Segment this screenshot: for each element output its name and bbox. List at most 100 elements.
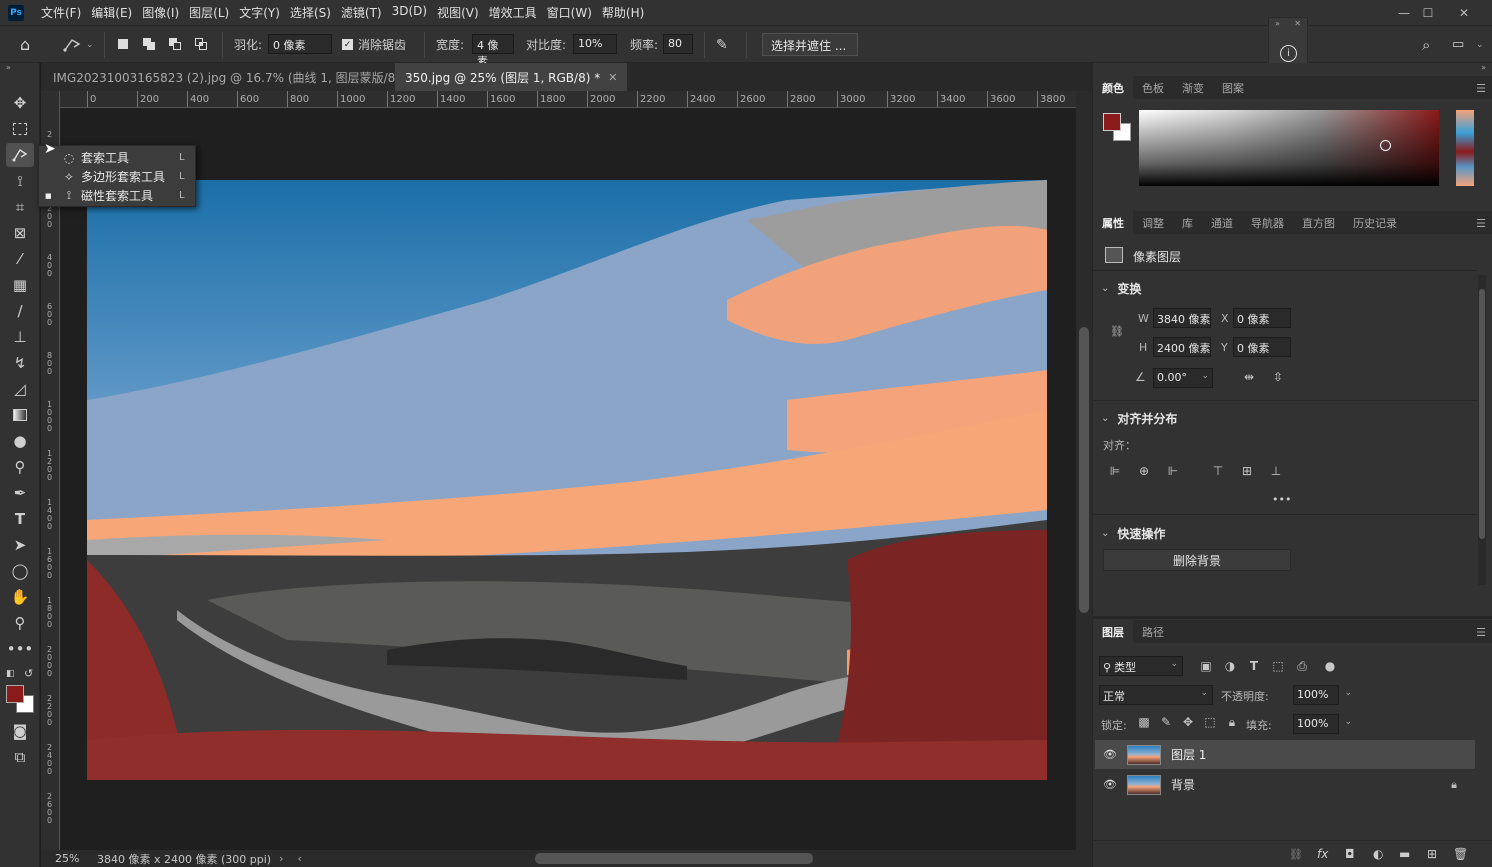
vertical-scrollbar[interactable] — [1076, 91, 1092, 850]
align-left-icon[interactable]: ⊫ — [1107, 463, 1123, 479]
align-top-icon[interactable]: ⊤ — [1210, 463, 1226, 479]
filter-pixel-icon[interactable]: ▣ — [1198, 658, 1214, 674]
new-layer-icon[interactable]: ⊞ — [1427, 847, 1437, 861]
more-tools-icon[interactable]: ••• — [6, 637, 34, 661]
marquee-tool-icon[interactable] — [6, 117, 34, 141]
flyout-item-lasso[interactable]: ◌ 套索工具 L — [39, 148, 197, 167]
intersect-selection-icon[interactable] — [192, 35, 210, 53]
flip-horizontal-icon[interactable]: ⇹ — [1241, 369, 1257, 385]
document-image[interactable] — [87, 180, 1047, 780]
align-horizontal-center-icon[interactable]: ⊕ — [1136, 463, 1152, 479]
more-options-button[interactable]: ••• — [1272, 493, 1291, 506]
foreground-color-swatch[interactable] — [6, 685, 24, 703]
quick-actions-section-header[interactable]: ⌄ 快速操作 — [1101, 525, 1165, 542]
menu-item[interactable]: 图层(L) — [184, 4, 234, 21]
panel-tab[interactable]: 渐变 — [1173, 76, 1213, 99]
filter-shape-icon[interactable]: ⬚ — [1270, 658, 1286, 674]
visibility-eye-icon[interactable]: 👁︎ — [1103, 748, 1117, 761]
blur-tool-icon[interactable]: ● — [6, 429, 34, 453]
align-vertical-center-icon[interactable]: ⊞ — [1239, 463, 1255, 479]
panel-close-icon[interactable]: ✕ — [1294, 19, 1301, 28]
align-bottom-icon[interactable]: ⊥ — [1268, 463, 1284, 479]
ellipse-tool-icon[interactable]: ◯ — [6, 559, 34, 583]
dodge-tool-icon[interactable]: ⚲ — [6, 455, 34, 479]
horizontal-scroll-thumb[interactable] — [535, 853, 813, 864]
lock-all-icon[interactable]: 🔒︎ — [1224, 714, 1240, 730]
height-field[interactable]: 2400 像素 — [1153, 337, 1211, 357]
delete-layer-icon[interactable]: 🗑︎ — [1453, 847, 1468, 861]
width-input[interactable]: 4 像素 — [472, 34, 514, 68]
panel-menu-icon[interactable]: ☰ — [1476, 82, 1486, 95]
zoom-level[interactable]: 25% — [55, 852, 95, 865]
lock-position-icon[interactable]: ✥ — [1180, 714, 1196, 730]
properties-scrollbar[interactable] — [1478, 275, 1486, 585]
menu-item[interactable]: 视图(V) — [432, 4, 484, 21]
pen-tool-icon[interactable]: ✒ — [6, 481, 34, 505]
menu-item[interactable]: 图像(I) — [137, 4, 184, 21]
color-panel-foreground-swatch[interactable] — [1103, 113, 1121, 131]
workspace-chevron-icon[interactable]: ⌄ — [1476, 26, 1484, 63]
color-ramp[interactable] — [1456, 110, 1474, 186]
contrast-input[interactable]: 10% — [573, 34, 617, 54]
lock-artboard-icon[interactable]: ⬚ — [1202, 714, 1218, 730]
visibility-eye-icon[interactable]: 👁︎ — [1103, 778, 1117, 791]
swap-colors-icon[interactable]: ↺ — [24, 667, 33, 680]
canvas-area[interactable] — [60, 108, 1076, 850]
type-tool-icon[interactable]: T — [6, 507, 34, 531]
flyout-item-polygonal-lasso[interactable]: ⟡ 多边形套索工具 L — [39, 167, 197, 186]
close-button[interactable]: ✕ — [1448, 0, 1480, 25]
new-adjustment-layer-icon[interactable]: ◐ — [1373, 847, 1383, 861]
info-icon[interactable]: i — [1280, 45, 1297, 62]
remove-background-button[interactable]: 删除背景 — [1103, 549, 1291, 571]
blend-mode-select[interactable]: 正常 ⌄ — [1099, 685, 1213, 705]
panel-menu-icon[interactable]: ☰ — [1476, 217, 1486, 230]
menu-item[interactable]: 滤镜(T) — [336, 4, 387, 21]
maximize-button[interactable]: ☐ — [1412, 0, 1444, 25]
lock-image-icon[interactable]: ✎ — [1158, 714, 1174, 730]
color-field[interactable] — [1139, 110, 1439, 186]
flyout-item-magnetic-lasso[interactable]: ■ ⟟ 磁性套索工具 L — [39, 186, 197, 205]
panel-tab[interactable]: 图案 — [1213, 76, 1253, 99]
panel-tab[interactable]: 直方图 — [1293, 211, 1344, 234]
menu-item[interactable]: 3D(D) — [387, 4, 432, 21]
crop-tool-icon[interactable]: ⌗ — [6, 195, 34, 219]
tab-close-icon[interactable]: ✕ — [608, 71, 617, 84]
search-icon[interactable]: ⌕ — [1422, 26, 1430, 63]
magnetic-lasso-tool-icon[interactable] — [6, 143, 34, 167]
path-selection-tool-icon[interactable]: ➤ — [6, 533, 34, 557]
collapse-toolbar-icon[interactable]: » — [6, 63, 11, 72]
menu-item[interactable]: 增效工具 — [484, 4, 542, 21]
align-right-icon[interactable]: ⊩ — [1165, 463, 1181, 479]
new-selection-icon[interactable] — [114, 35, 132, 53]
clone-stamp-tool-icon[interactable]: ⊥ — [6, 325, 34, 349]
collapse-panels-icon[interactable]: » — [1481, 63, 1486, 72]
link-icon[interactable]: ⛓ — [1110, 325, 1124, 338]
tab-350-jpg[interactable]: 350.jpg @ 25% (图层 1, RGB/8) * ✕ — [395, 63, 628, 91]
width-field[interactable]: 3840 像素 — [1153, 308, 1211, 328]
filter-type-icon[interactable]: T — [1246, 658, 1262, 674]
menu-item[interactable]: 文字(Y) — [234, 4, 285, 21]
eyedropper-tool-icon[interactable]: ⁄ — [6, 247, 34, 271]
menu-item[interactable]: 帮助(H) — [597, 4, 649, 21]
layer-row-background[interactable]: 👁︎ 背景 🔒︎ — [1095, 770, 1475, 799]
filter-adjustment-icon[interactable]: ◑ — [1222, 658, 1238, 674]
antialias-checkbox[interactable]: ✓ 消除锯齿 — [342, 26, 406, 63]
stylus-pressure-icon[interactable]: ✎ — [716, 26, 728, 63]
opacity-field[interactable]: 100% ⌄ — [1293, 685, 1352, 705]
quick-selection-tool-icon[interactable]: ⟟ — [6, 169, 34, 193]
new-group-icon[interactable]: ▬ — [1399, 847, 1410, 861]
flip-vertical-icon[interactable]: ⇳ — [1270, 369, 1286, 385]
menu-item[interactable]: 窗口(W) — [542, 4, 597, 21]
default-colors-icon[interactable]: ◧ — [6, 669, 15, 679]
expand-icon[interactable]: » — [1275, 19, 1280, 28]
transform-section-header[interactable]: ⌄ 变换 — [1101, 280, 1141, 297]
eraser-tool-icon[interactable]: ◿ — [6, 377, 34, 401]
add-to-selection-icon[interactable] — [140, 35, 158, 53]
panel-tab[interactable]: 通道 — [1202, 211, 1242, 234]
history-brush-tool-icon[interactable]: ↯ — [6, 351, 34, 375]
filter-smart-object-icon[interactable]: ⎙ — [1294, 658, 1310, 674]
subtract-from-selection-icon[interactable] — [166, 35, 184, 53]
panel-tab[interactable]: 调整 — [1133, 211, 1173, 234]
panel-tab[interactable]: 导航器 — [1242, 211, 1293, 234]
healing-brush-tool-icon[interactable]: ▦ — [6, 273, 34, 297]
